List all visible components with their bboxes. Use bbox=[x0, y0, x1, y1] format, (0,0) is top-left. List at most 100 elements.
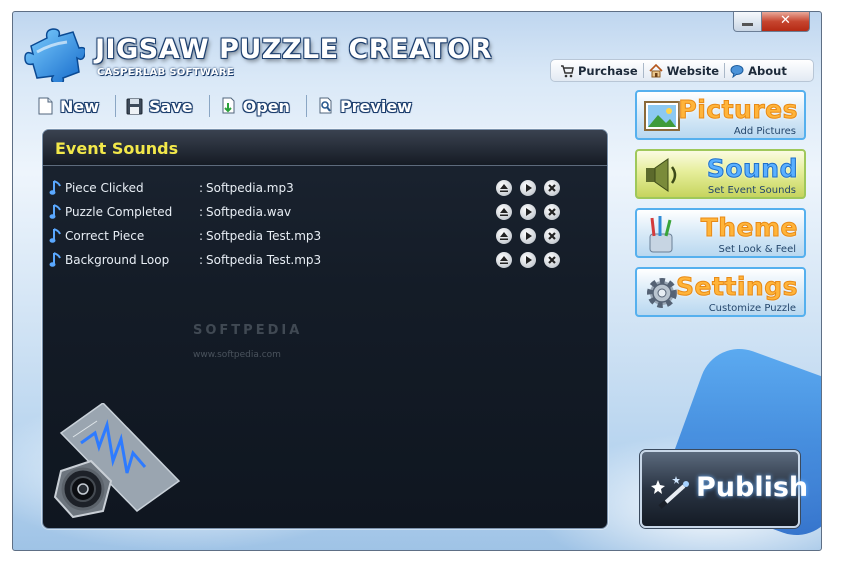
purchase-link[interactable]: Purchase bbox=[555, 64, 643, 78]
play-button[interactable] bbox=[520, 204, 536, 220]
list-item[interactable]: Puzzle Completed : Softpedia.wav bbox=[49, 202, 599, 222]
watermark: SOFTPEDIA bbox=[193, 323, 303, 338]
panel-title: Event Sounds bbox=[55, 139, 179, 158]
pictures-label: Pictures bbox=[678, 95, 798, 125]
preview-label: Preview bbox=[339, 96, 412, 116]
preview-magnifier-icon bbox=[319, 97, 332, 114]
eject-icon bbox=[500, 208, 508, 216]
separator-colon: : bbox=[199, 253, 204, 267]
close-icon bbox=[548, 208, 556, 216]
watermark-url: www.softpedia.com bbox=[193, 350, 281, 360]
browse-button[interactable] bbox=[496, 204, 512, 220]
play-icon bbox=[526, 256, 532, 264]
speaker-waveform-icon bbox=[53, 403, 181, 519]
theme-label: Theme bbox=[700, 213, 798, 243]
minimize-icon bbox=[742, 23, 753, 26]
list-item[interactable]: Correct Piece : Softpedia Test.mp3 bbox=[49, 226, 599, 246]
settings-sublabel: Customize Puzzle bbox=[708, 303, 796, 314]
eject-icon bbox=[500, 232, 508, 240]
list-item[interactable]: Piece Clicked : Softpedia.mp3 bbox=[49, 178, 599, 198]
puzzle-logo-icon bbox=[24, 28, 85, 82]
minimize-button[interactable] bbox=[733, 12, 762, 32]
magic-wand-icon bbox=[651, 476, 689, 509]
open-label: Open bbox=[242, 96, 290, 116]
divider bbox=[115, 95, 117, 117]
divider bbox=[208, 95, 210, 117]
event-name: Correct Piece bbox=[65, 229, 145, 243]
about-label: About bbox=[748, 63, 787, 78]
play-icon bbox=[526, 208, 532, 216]
close-icon bbox=[548, 184, 556, 192]
publish-label: Publish bbox=[696, 472, 809, 503]
save-disk-icon bbox=[126, 98, 143, 115]
about-link[interactable]: About bbox=[725, 64, 792, 78]
music-note-icon bbox=[49, 228, 61, 243]
play-button[interactable] bbox=[520, 252, 536, 268]
open-button[interactable]: Open bbox=[220, 97, 290, 116]
website-link[interactable]: Website bbox=[644, 63, 724, 78]
list-item[interactable]: Background Loop : Softpedia Test.mp3 bbox=[49, 250, 599, 270]
music-note-icon bbox=[49, 204, 61, 219]
brushes-icon bbox=[649, 216, 673, 253]
separator-colon: : bbox=[199, 229, 204, 243]
event-name: Background Loop bbox=[65, 253, 170, 267]
play-button[interactable] bbox=[520, 228, 536, 244]
sound-file: Softpedia.wav bbox=[206, 205, 292, 219]
close-icon bbox=[548, 256, 556, 264]
play-icon bbox=[526, 232, 532, 240]
settings-button[interactable]: Settings Customize Puzzle bbox=[635, 267, 806, 317]
separator-colon: : bbox=[199, 181, 204, 195]
app-window: ✕ JIGSAW PUZZLE CREATOR CASPERLAB SOFTWA… bbox=[12, 11, 822, 551]
top-links-bar: Purchase Website About bbox=[550, 59, 814, 82]
sound-label: Sound bbox=[706, 154, 798, 184]
play-button[interactable] bbox=[520, 180, 536, 196]
browse-button[interactable] bbox=[496, 180, 512, 196]
app-title: JIGSAW PUZZLE CREATOR bbox=[95, 34, 492, 65]
sound-button[interactable]: Sound Set Event Sounds bbox=[635, 149, 806, 199]
separator-colon: : bbox=[199, 205, 204, 219]
sound-file: Softpedia Test.mp3 bbox=[206, 229, 322, 243]
new-label: New bbox=[60, 96, 100, 116]
remove-button[interactable] bbox=[544, 180, 560, 196]
theme-button[interactable]: Theme Set Look & Feel bbox=[635, 208, 806, 258]
publish-button[interactable]: Publish bbox=[640, 450, 808, 528]
speaker-icon bbox=[646, 158, 677, 192]
pictures-sublabel: Add Pictures bbox=[733, 126, 796, 137]
pictures-button[interactable]: Pictures Add Pictures bbox=[635, 90, 806, 140]
home-icon bbox=[649, 63, 663, 77]
browse-button[interactable] bbox=[496, 252, 512, 268]
purchase-label: Purchase bbox=[578, 63, 638, 78]
cart-icon bbox=[561, 64, 574, 77]
chat-icon bbox=[730, 64, 744, 78]
close-icon bbox=[548, 232, 556, 240]
close-button[interactable]: ✕ bbox=[761, 12, 810, 32]
event-name: Piece Clicked bbox=[65, 181, 144, 195]
sound-file: Softpedia Test.mp3 bbox=[206, 253, 322, 267]
open-file-icon bbox=[222, 97, 235, 114]
sound-sublabel: Set Event Sounds bbox=[707, 185, 796, 196]
play-icon bbox=[526, 184, 532, 192]
pictures-icon bbox=[644, 101, 680, 131]
save-label: Save bbox=[149, 96, 193, 116]
remove-button[interactable] bbox=[544, 204, 560, 220]
toolbar: New Save Open Preview bbox=[37, 95, 428, 117]
website-label: Website bbox=[666, 63, 720, 78]
sound-file: Softpedia.mp3 bbox=[206, 181, 294, 195]
preview-button[interactable]: Preview bbox=[317, 97, 412, 116]
eject-icon bbox=[500, 184, 508, 192]
remove-button[interactable] bbox=[544, 228, 560, 244]
music-note-icon bbox=[49, 180, 61, 195]
new-document-icon bbox=[38, 97, 53, 115]
eject-icon bbox=[500, 256, 508, 264]
new-button[interactable]: New bbox=[37, 97, 99, 116]
event-sounds-panel: Event Sounds SOFTPEDIA www.softpedia.com… bbox=[42, 129, 608, 529]
theme-sublabel: Set Look & Feel bbox=[718, 244, 796, 255]
app-subtitle: CASPERLAB SOFTWARE bbox=[97, 67, 234, 78]
music-note-icon bbox=[49, 252, 61, 267]
divider bbox=[305, 95, 307, 117]
save-button[interactable]: Save bbox=[126, 97, 193, 116]
browse-button[interactable] bbox=[496, 228, 512, 244]
remove-button[interactable] bbox=[544, 252, 560, 268]
event-name: Puzzle Completed bbox=[65, 205, 173, 219]
settings-label: Settings bbox=[675, 272, 798, 302]
